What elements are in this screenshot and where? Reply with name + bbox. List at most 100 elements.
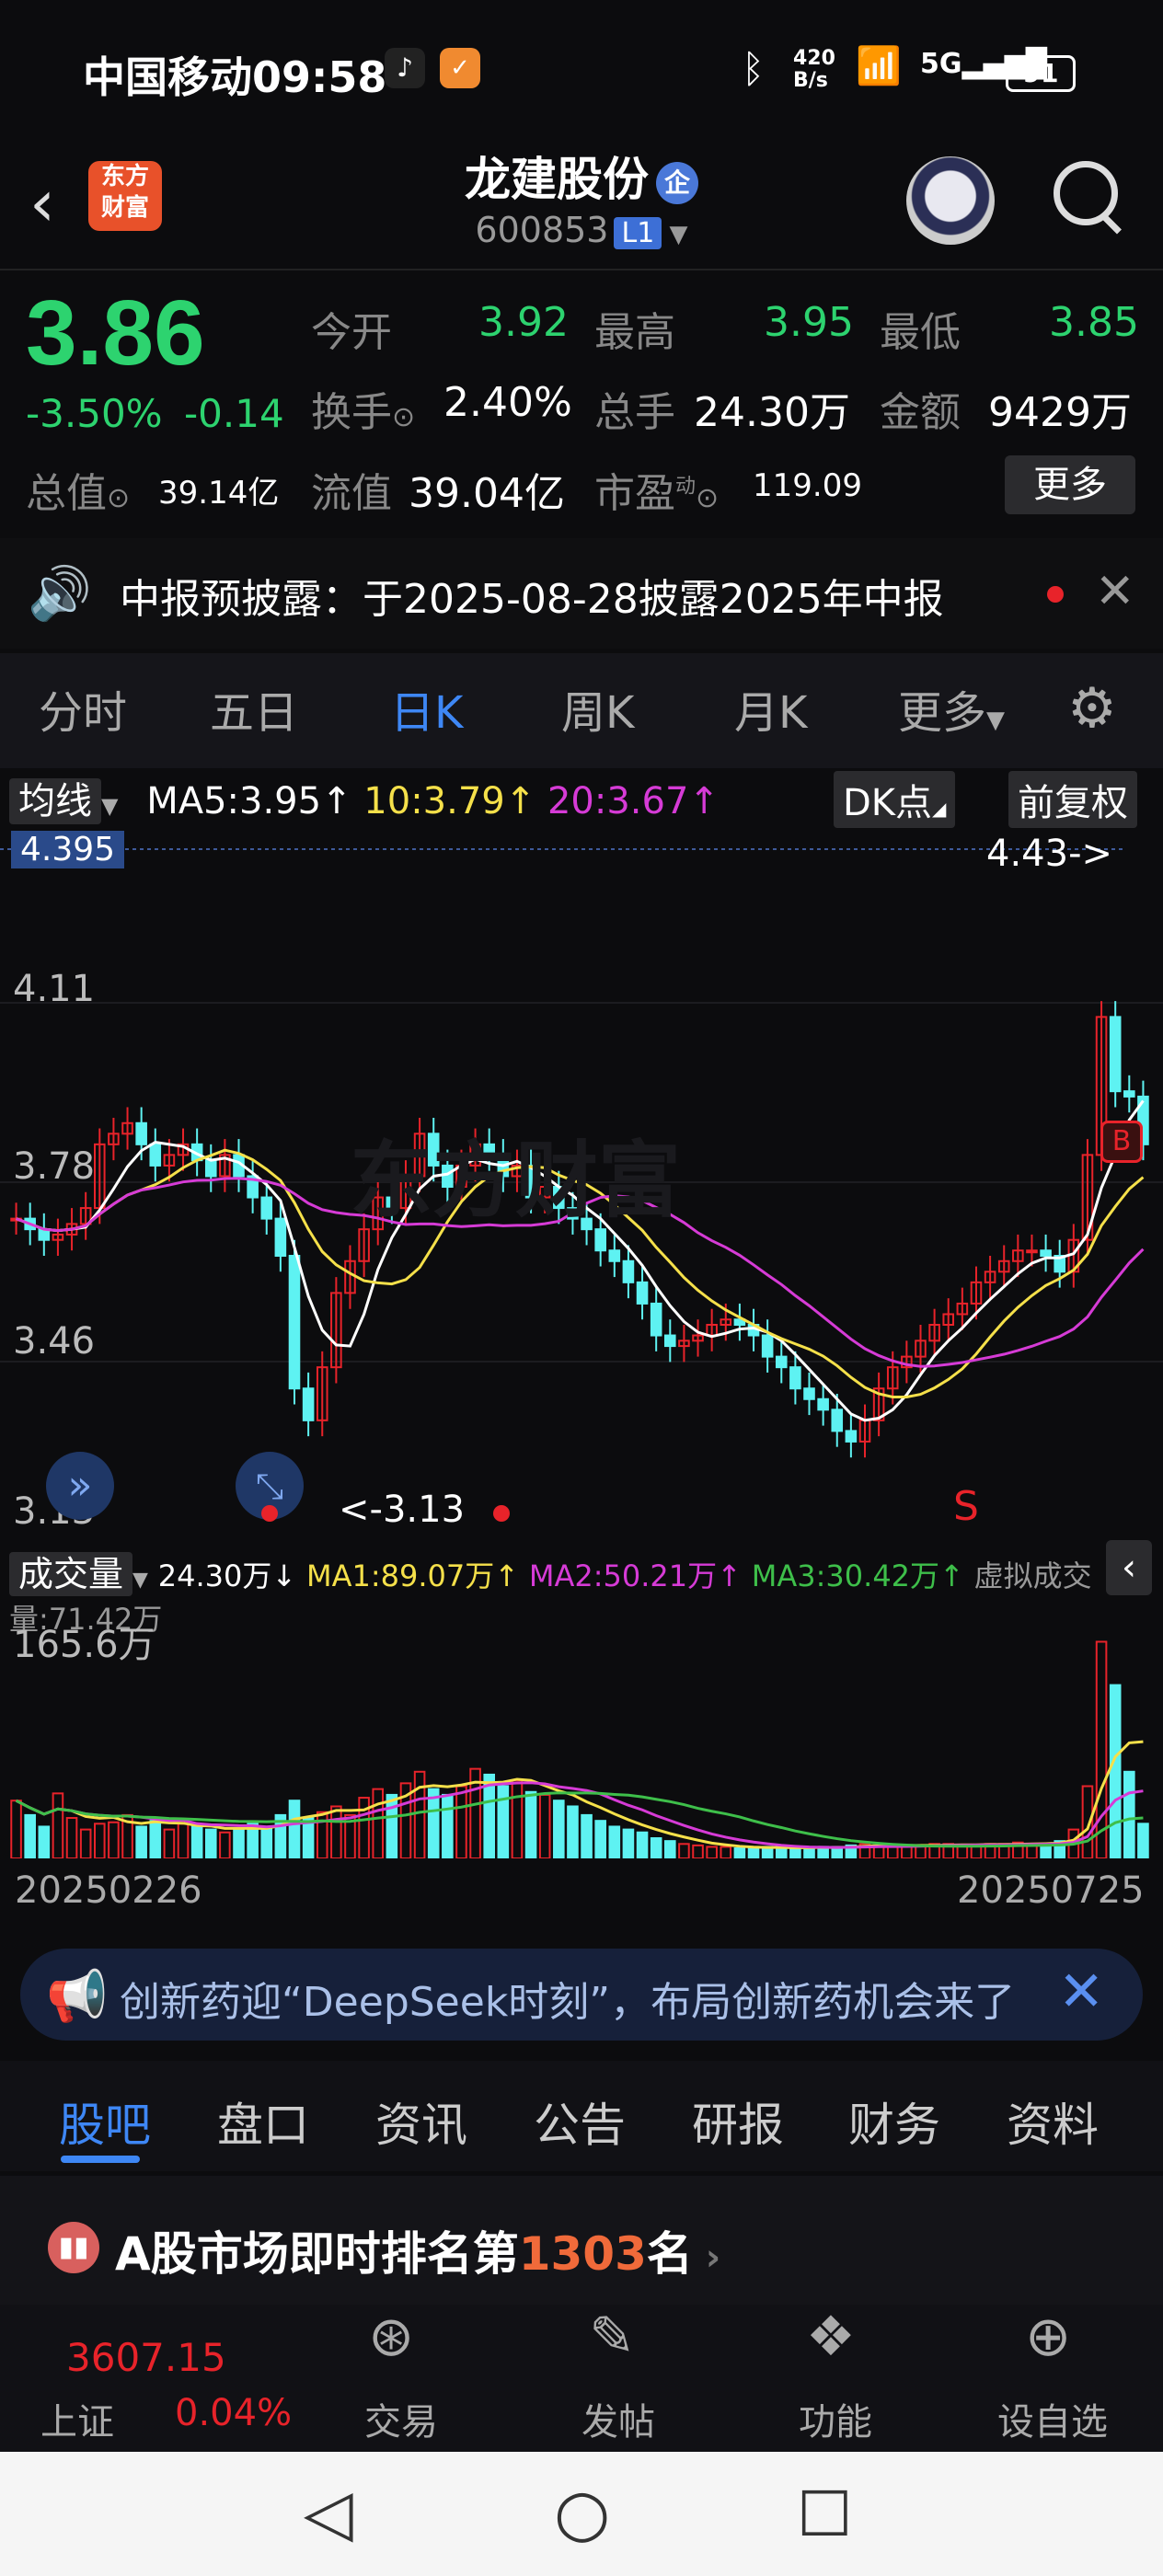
low-dot	[493, 1505, 510, 1522]
pe-label: 市盈动⊙	[594, 470, 720, 517]
tab-news[interactable]: 资讯	[375, 2088, 467, 2155]
tab-monthly-k[interactable]: 月K	[734, 676, 807, 741]
mktcap-label: 总值⊙	[26, 470, 131, 517]
robot-assistant-icon[interactable]	[906, 156, 995, 245]
expand-left-icon[interactable]: »	[46, 1452, 114, 1520]
index-pct[interactable]: 0.04%	[175, 2392, 292, 2434]
volume-bar	[65, 1817, 78, 1858]
ma20-value: 20:3.67	[547, 780, 689, 822]
search-icon[interactable]	[1054, 161, 1118, 225]
dk-button[interactable]: DK点◢	[834, 771, 956, 828]
function-icon[interactable]: ❖	[806, 2305, 856, 2369]
tab-daily-k[interactable]: 日K	[390, 676, 463, 741]
volume-bar	[789, 1847, 801, 1858]
candle-body	[831, 1409, 844, 1432]
tab-intraday[interactable]: 分时	[39, 676, 127, 741]
volume-bar	[1095, 1640, 1108, 1858]
open-label: 今开	[311, 309, 392, 356]
volume-bar	[803, 1847, 815, 1858]
volume-bar	[553, 1800, 565, 1858]
high-value: 3.95	[764, 299, 854, 346]
volume-bar	[358, 1797, 370, 1858]
rank-text[interactable]: A股市场即时排名第1303名 ›	[115, 2217, 720, 2283]
pe-value: 119.09	[753, 467, 862, 504]
volume-bar	[720, 1846, 732, 1858]
ad-close-icon[interactable]: ✕	[1058, 1960, 1104, 2024]
add-favorite-label[interactable]: 设自选	[997, 2392, 1108, 2445]
bluetooth-icon: ᛒ	[742, 46, 766, 91]
candle-body	[775, 1355, 788, 1369]
volume-bar	[455, 1785, 467, 1858]
tab-weekly-k[interactable]: 周K	[561, 676, 634, 741]
ma-legend: 均线 ▼ MA5:3.95↑ 10:3.79↑ 20:3.67↑	[9, 771, 720, 824]
tab-more[interactable]: 更多▼	[898, 676, 1005, 741]
volume-bar	[177, 1823, 190, 1858]
volume-bar	[135, 1825, 147, 1858]
volume-bar	[886, 1846, 899, 1858]
fullscreen-dot	[261, 1505, 278, 1522]
candle-body	[789, 1366, 801, 1390]
trade-label[interactable]: 交易	[364, 2392, 438, 2445]
trade-icon[interactable]: ⊛	[368, 2305, 414, 2369]
volume-bar	[24, 1813, 36, 1858]
candle-body	[149, 1143, 162, 1167]
candle-body	[817, 1397, 829, 1411]
volume-ma1-line	[15, 1740, 1144, 1849]
notice-dot	[1047, 586, 1064, 603]
index-name[interactable]: 上证	[40, 2392, 114, 2445]
volume-current: 24.30万↓	[157, 1558, 297, 1593]
nav-home-icon[interactable]: ○	[554, 2475, 610, 2550]
add-favorite-icon[interactable]: ⊕	[1025, 2305, 1071, 2369]
volume-bar	[413, 1770, 426, 1858]
nav-recent-icon[interactable]: □	[797, 2475, 852, 2543]
index-value[interactable]: 3607.15	[66, 2335, 226, 2380]
candle-body	[650, 1302, 662, 1337]
more-quote-button[interactable]: 更多	[1005, 455, 1135, 514]
volume-value: 24.30万	[694, 389, 850, 436]
high-marker: 4.43->	[986, 833, 1113, 875]
post-icon[interactable]: ✎	[589, 2305, 635, 2369]
tab-finance[interactable]: 财务	[848, 2088, 940, 2155]
volume-bar	[330, 1805, 342, 1858]
change-value: -0.14	[184, 391, 284, 436]
volume-selector[interactable]: 成交量	[9, 1552, 133, 1596]
buy-marker: B	[1100, 1121, 1143, 1163]
low-label: 最低	[880, 309, 961, 356]
header-divider	[0, 269, 1163, 270]
tab-announcement[interactable]: 公告	[534, 2088, 626, 2155]
tab-profile[interactable]: 资料	[1007, 2088, 1099, 2155]
volume-bar	[538, 1793, 551, 1858]
sell-marker: S	[953, 1483, 979, 1530]
volume-bar	[163, 1828, 176, 1858]
volume-bar	[622, 1828, 635, 1858]
volume-bar	[38, 1825, 51, 1858]
speaker-icon: 🔊	[28, 564, 92, 624]
carrier-time: 中国移动09:58	[83, 52, 387, 102]
turnover-value: 2.40%	[443, 379, 572, 426]
tab-five-day[interactable]: 五日	[210, 676, 298, 741]
candle-body	[135, 1121, 147, 1145]
tab-guba[interactable]: 股吧	[59, 2088, 151, 2155]
megaphone-icon: 📢	[46, 1967, 109, 2025]
volume-ma1: MA1:89.07万↑	[306, 1558, 520, 1593]
volume-bar	[108, 1821, 120, 1858]
tab-research[interactable]: 研报	[692, 2088, 784, 2155]
notice-close-icon[interactable]: ✕	[1095, 564, 1135, 619]
wifi-icon: 📶	[856, 45, 902, 87]
tab-pankou[interactable]: 盘口	[217, 2088, 309, 2155]
enterprise-badge: 企	[656, 161, 698, 204]
gear-icon[interactable]: ⚙	[1067, 676, 1117, 741]
nav-back-icon[interactable]: ◁	[304, 2475, 353, 2550]
volume-bar	[1109, 1684, 1122, 1858]
volume-bar	[1123, 1770, 1135, 1858]
active-tab-underline	[61, 2156, 140, 2163]
ad-text[interactable]: 创新药迎“DeepSeek时刻”，布局创新药机会来了	[120, 1969, 1015, 2028]
post-label[interactable]: 发帖	[582, 2392, 655, 2445]
candle-body	[260, 1196, 273, 1220]
collapse-icon[interactable]: ‹	[1106, 1540, 1152, 1595]
candle-body	[845, 1430, 858, 1443]
adjust-button[interactable]: 前复权	[1008, 771, 1137, 828]
ma-selector[interactable]: 均线	[9, 778, 101, 824]
function-label[interactable]: 功能	[799, 2392, 872, 2445]
change-pct: -3.50%	[26, 391, 163, 436]
